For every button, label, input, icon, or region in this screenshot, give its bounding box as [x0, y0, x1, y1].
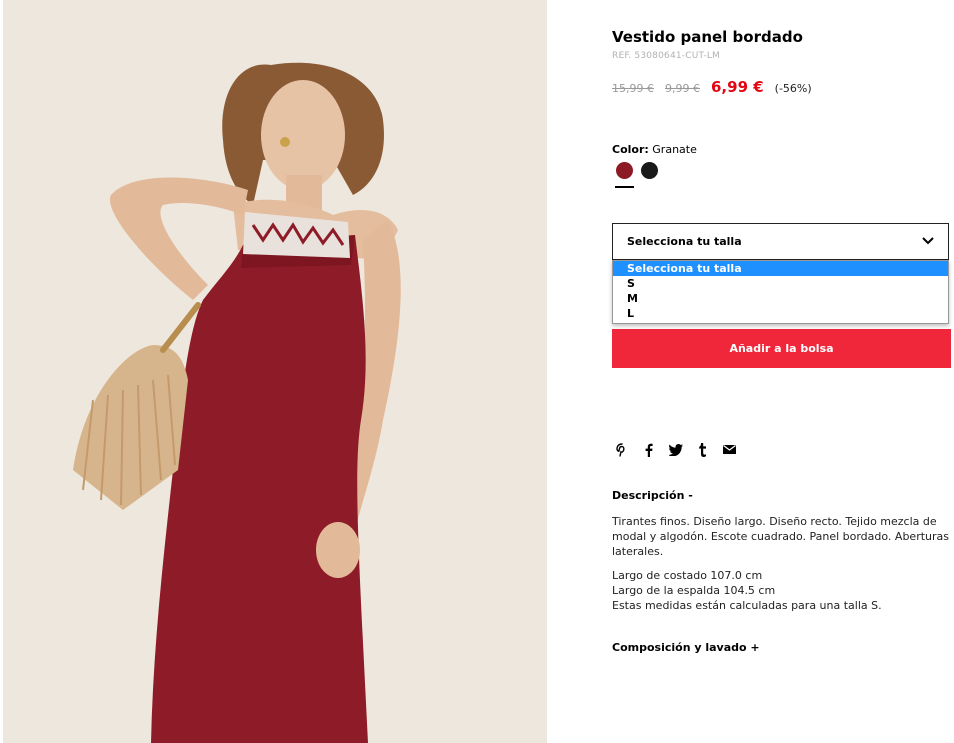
price-block: 15,99 € 9,99 € 6,99 € (-56%)	[612, 78, 812, 96]
product-reference: REF. 53080641-CUT-LM	[612, 51, 721, 61]
product-photo-illustration	[3, 0, 547, 743]
chevron-down-icon	[922, 235, 934, 248]
tumblr-icon[interactable]	[695, 442, 710, 457]
size-select-value: Selecciona tu talla	[627, 235, 742, 248]
size-dropdown-list: Selecciona tu talla S M L	[612, 260, 949, 324]
social-share-bar	[614, 442, 737, 457]
discount-percentage: (-56%)	[774, 82, 812, 95]
composition-toggle[interactable]: Composición y lavado +	[612, 641, 760, 654]
description-toggle[interactable]: Descripción -	[612, 489, 693, 502]
twitter-icon[interactable]	[668, 442, 683, 457]
selected-color-name: Granate	[652, 143, 697, 156]
size-option-m[interactable]: M	[613, 291, 948, 306]
measure-side-length: Largo de costado 107.0 cm	[612, 569, 763, 582]
size-option-placeholder[interactable]: Selecciona tu talla	[613, 261, 948, 276]
size-select[interactable]: Selecciona tu talla	[612, 223, 949, 260]
color-swatch-granate[interactable]	[615, 162, 634, 188]
size-option-s[interactable]: S	[613, 276, 948, 291]
email-icon[interactable]	[722, 442, 737, 457]
size-option-l[interactable]: L	[613, 306, 948, 321]
product-title: Vestido panel bordado	[612, 28, 803, 46]
description-text: Tirantes finos. Diseño largo. Diseño rec…	[612, 515, 949, 558]
description-content: Tirantes finos. Diseño largo. Diseño rec…	[612, 514, 950, 613]
measure-back-length: Largo de la espalda 104.5 cm	[612, 584, 776, 597]
add-to-bag-button[interactable]: Añadir a la bolsa	[612, 329, 951, 368]
facebook-icon[interactable]	[641, 442, 656, 457]
color-swatches	[615, 162, 658, 188]
measure-note: Estas medidas están calculadas para una …	[612, 599, 882, 612]
pinterest-icon[interactable]	[614, 442, 629, 457]
previous-price: 9,99 €	[665, 82, 700, 95]
sale-price: 6,99 €	[711, 78, 764, 96]
color-label-row: Color: Granate	[612, 143, 697, 156]
product-image[interactable]	[3, 0, 547, 743]
color-swatch-negro[interactable]	[641, 162, 658, 179]
original-price: 15,99 €	[612, 82, 654, 95]
color-label: Color:	[612, 143, 649, 156]
